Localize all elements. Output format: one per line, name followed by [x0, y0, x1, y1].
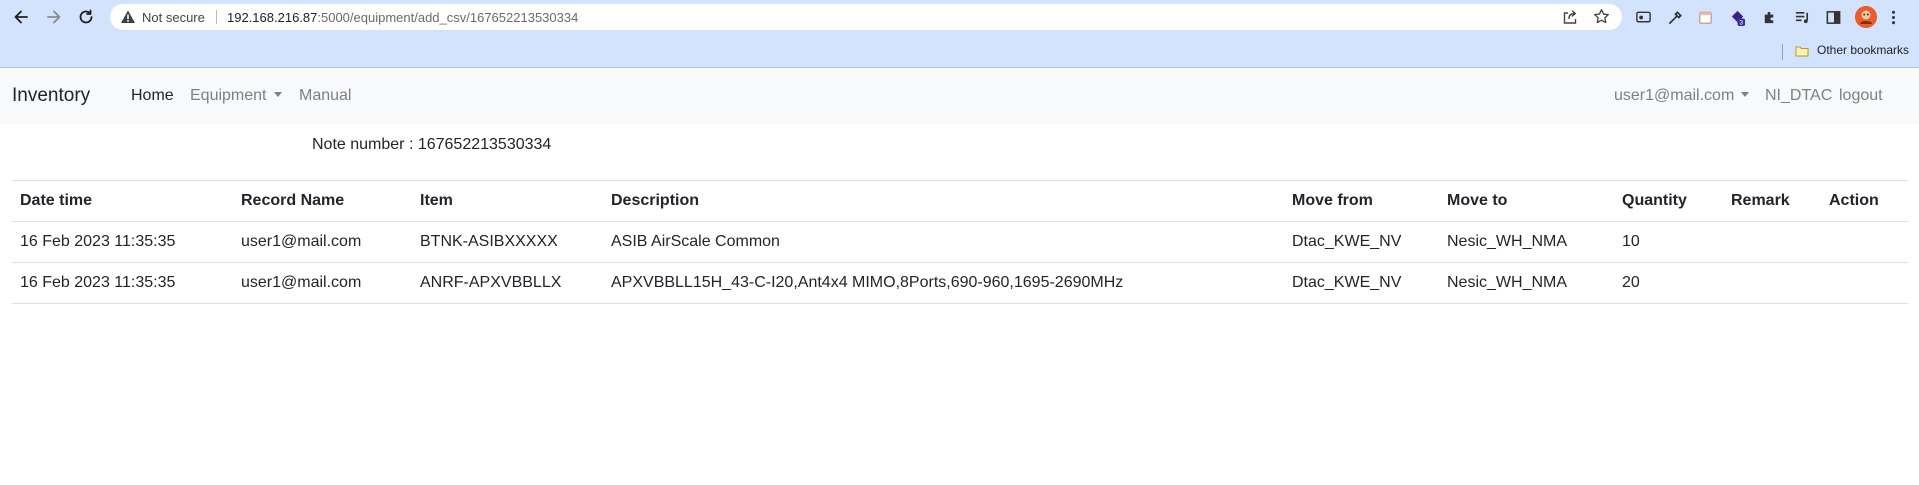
cell-move-from: Dtac_KWE_NV [1284, 221, 1439, 263]
table-header-row: Date time Record Name Item Description M… [12, 180, 1908, 222]
arrow-right-icon [47, 10, 61, 24]
bookmark-star-icon[interactable] [1593, 8, 1610, 25]
nav-equipment-label: Equipment [190, 87, 267, 104]
bookmarks-separator [1782, 44, 1783, 60]
cast-icon [1635, 11, 1651, 22]
nav-equipment-dropdown[interactable]: Equipment [190, 87, 282, 105]
logout-link[interactable]: logout [1839, 87, 1883, 105]
user-dropdown[interactable]: user1@mail.com [1614, 87, 1750, 105]
playlist-icon [1795, 11, 1808, 23]
kebab-menu-icon [1891, 10, 1895, 24]
extension-badge-icon[interactable]: 3 [1728, 8, 1746, 26]
cell-date-time: 16 Feb 2023 11:35:35 [12, 262, 233, 304]
col-description: Description [603, 180, 1284, 222]
col-record-name: Record Name [233, 180, 412, 222]
side-panel-button[interactable] [1824, 8, 1842, 26]
table-row: 16 Feb 2023 11:35:35 user1@mail.com ANRF… [12, 262, 1908, 304]
profile-avatar[interactable] [1855, 6, 1877, 28]
col-quantity: Quantity [1614, 180, 1723, 222]
cell-description: APXVBBLL15H_43-C-I20,Ant4x4 MIMO,8Ports,… [603, 262, 1284, 304]
puzzle-icon [1764, 11, 1773, 23]
chevron-down-icon [1741, 91, 1750, 97]
share-icon[interactable] [1562, 9, 1578, 25]
cell-item: ANRF-APXVBBLLX [412, 262, 603, 304]
side-panel-icon [1826, 10, 1840, 24]
col-action: Action [1821, 180, 1908, 222]
table-row: 16 Feb 2023 11:35:35 user1@mail.com BTNK… [12, 221, 1908, 263]
reload-button[interactable] [74, 5, 98, 29]
forward-button[interactable] [42, 5, 66, 29]
cell-remark [1723, 221, 1821, 263]
col-item: Item [412, 180, 603, 222]
cell-move-to: Nesic_WH_NMA [1439, 262, 1614, 304]
arrow-left-icon [14, 10, 28, 24]
cell-record-name: user1@mail.com [233, 262, 412, 304]
url-path: :5000/equipment/add_csv/167652213530334 [317, 10, 579, 25]
url-text[interactable]: 192.168.216.87:5000/equipment/add_csv/16… [227, 10, 578, 25]
nav-home[interactable]: Home [131, 87, 174, 105]
address-bar[interactable]: Not secure 192.168.216.87:5000/equipment… [110, 4, 1622, 30]
cell-date-time: 16 Feb 2023 11:35:35 [12, 221, 233, 263]
cell-item: BTNK-ASIBXXXXX [412, 221, 603, 263]
extension-calendar-icon[interactable] [1696, 8, 1714, 26]
cell-quantity: 10 [1614, 221, 1723, 263]
bookmarks-bar: Other bookmarks [0, 36, 1919, 66]
col-move-to: Move to [1439, 180, 1614, 222]
reading-list-button[interactable] [1793, 8, 1811, 26]
note-number: Note number : 167652213530334 [312, 136, 551, 154]
col-remark: Remark [1723, 180, 1821, 222]
cell-move-to: Nesic_WH_NMA [1439, 221, 1614, 263]
browser-menu-button[interactable] [1884, 8, 1902, 26]
eyedropper-icon [1668, 10, 1682, 24]
cell-description: ASIB AirScale Common [603, 221, 1284, 263]
extension-badge-count: 3 [1739, 19, 1743, 25]
note-value: 167652213530334 [417, 136, 552, 153]
cell-action [1821, 221, 1908, 263]
folder-icon[interactable] [1795, 45, 1809, 57]
app-navbar: Inventory Home Equipment Manual user1@ma… [0, 68, 1919, 124]
reload-icon [79, 9, 93, 24]
extensions-menu[interactable] [1760, 8, 1778, 26]
brand-logo[interactable]: Inventory [12, 85, 90, 107]
cell-action [1821, 262, 1908, 304]
cell-remark [1723, 262, 1821, 304]
user-email: user1@mail.com [1614, 87, 1735, 104]
col-date-time: Date time [12, 180, 233, 222]
url-host: 192.168.216.87 [227, 10, 318, 25]
extension-picker-icon[interactable] [1666, 8, 1684, 26]
nav-manual[interactable]: Manual [299, 87, 351, 105]
cell-move-from: Dtac_KWE_NV [1284, 262, 1439, 304]
cell-quantity: 20 [1614, 262, 1723, 304]
back-button[interactable] [9, 5, 33, 29]
nav-group[interactable]: NI_DTAC [1765, 87, 1832, 105]
equipment-table: Date time Record Name Item Description M… [12, 180, 1908, 304]
avatar-icon [1855, 6, 1877, 28]
chevron-down-icon [273, 91, 282, 97]
diamond-extension-icon: 3 [1731, 10, 1745, 26]
browser-chrome: Not secure 192.168.216.87:5000/equipment… [0, 0, 1919, 68]
note-label: Note number : [312, 136, 418, 153]
other-bookmarks-link[interactable]: Other bookmarks [1817, 43, 1909, 57]
security-label[interactable]: Not secure [142, 10, 205, 25]
col-move-from: Move from [1284, 180, 1439, 222]
browser-toolbar: Not secure 192.168.216.87:5000/equipment… [0, 0, 1919, 34]
calendar-icon [1698, 11, 1712, 24]
cell-record-name: user1@mail.com [233, 221, 412, 263]
extension-media-icon[interactable] [1634, 8, 1652, 26]
address-separator [216, 10, 217, 24]
warning-icon [121, 10, 135, 23]
